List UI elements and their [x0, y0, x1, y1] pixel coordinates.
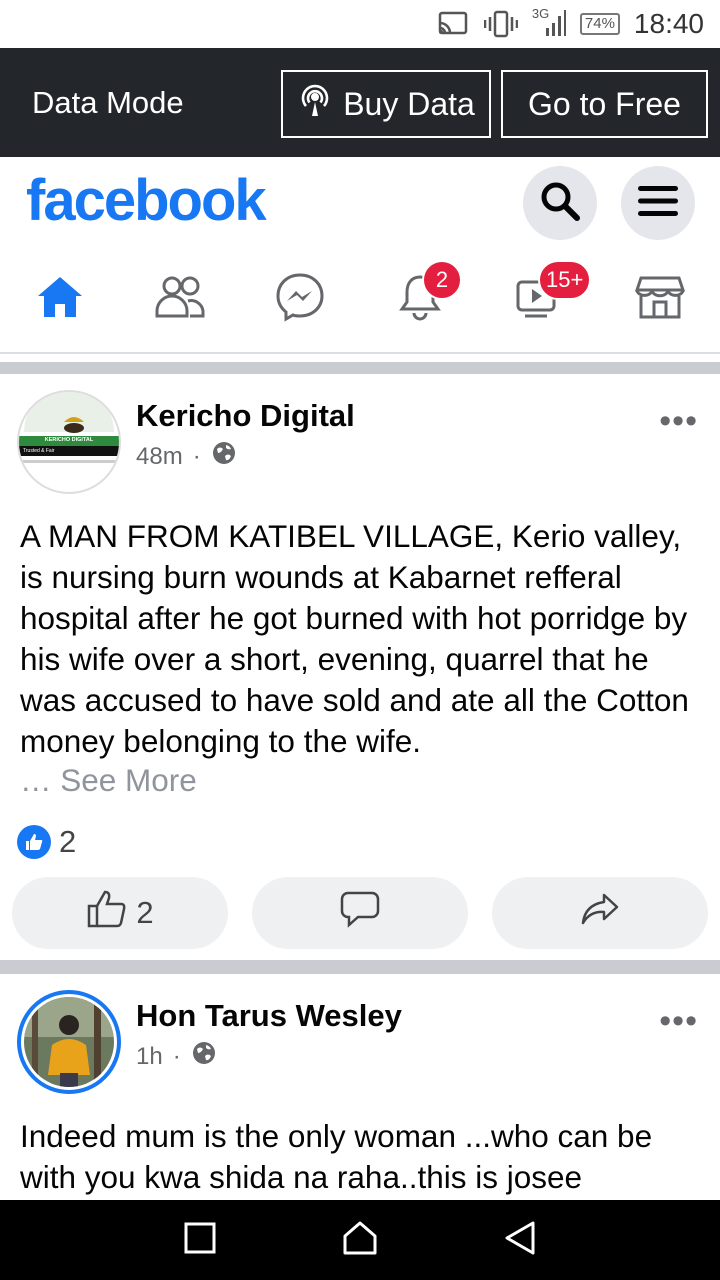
post-author[interactable]: Hon Tarus Wesley — [136, 998, 402, 1034]
more-options-icon[interactable]: ••• — [659, 402, 698, 441]
messenger-icon — [275, 272, 325, 327]
comment-icon — [340, 890, 380, 936]
clock: 18:40 — [633, 8, 704, 39]
feed-post: Hon Tarus Wesley 1h · ••• Indeed mum is … — [0, 974, 720, 1200]
share-icon — [580, 891, 620, 935]
buy-data-button[interactable]: Buy Data — [281, 70, 491, 138]
shop-icon — [634, 274, 686, 325]
avatar-text-top: KERICHO DIGITAL — [44, 437, 94, 443]
home-nav-icon[interactable] — [342, 1220, 378, 1261]
share-button[interactable] — [492, 877, 708, 949]
nav-tabs: 2 15+ — [0, 260, 720, 337]
vibrate-icon — [483, 9, 518, 39]
battery-icon: 74% — [579, 13, 620, 35]
post-meta: 48m · — [136, 440, 237, 473]
avatar-text-bottom: Trusted & Fair — [23, 448, 55, 454]
facebook-logo[interactable]: facebook — [26, 167, 267, 234]
broadcast-icon — [297, 82, 333, 126]
recents-icon[interactable] — [183, 1221, 217, 1260]
dot-separator: · — [172, 1042, 181, 1070]
post-meta: 1h · — [136, 1040, 217, 1073]
search-button[interactable] — [523, 166, 597, 240]
avatar[interactable]: KERICHO DIGITAL Trusted & Fair — [17, 390, 121, 494]
menu-icon — [636, 183, 680, 224]
post-text: Indeed mum is the only woman ...who can … — [20, 1118, 653, 1195]
like-button[interactable]: 2 — [12, 877, 228, 949]
notification-badge: 2 — [422, 260, 462, 300]
network-type: 3G — [531, 6, 550, 21]
divider — [0, 352, 720, 354]
comment-button[interactable] — [252, 877, 468, 949]
post-text: A MAN FROM KATIBEL VILLAGE, Kerio valley… — [20, 518, 689, 759]
buy-data-label: Buy Data — [343, 85, 475, 122]
dot-separator: · — [192, 442, 201, 470]
home-icon — [35, 274, 85, 325]
tab-watch[interactable]: 15+ — [480, 260, 600, 337]
system-nav-bar — [0, 1200, 720, 1280]
friends-icon — [154, 274, 206, 325]
more-options-icon[interactable]: ••• — [659, 1002, 698, 1041]
tab-messenger[interactable] — [240, 262, 360, 337]
like-reaction-icon — [17, 825, 51, 859]
feed-separator — [0, 960, 720, 974]
post-time[interactable]: 1h — [136, 1043, 163, 1071]
signal-icon: 3G — [531, 6, 566, 39]
tab-notifications[interactable]: 2 — [360, 260, 480, 337]
reaction-summary[interactable]: 2 — [17, 824, 76, 860]
search-icon — [538, 179, 582, 228]
globe-icon — [191, 1040, 217, 1073]
thumbs-up-icon — [86, 889, 128, 937]
tab-friends[interactable] — [120, 262, 240, 337]
go-to-free-button[interactable]: Go to Free — [501, 70, 708, 138]
reaction-count: 2 — [59, 824, 77, 859]
tab-marketplace[interactable] — [600, 262, 720, 337]
feed-separator — [0, 362, 720, 374]
facebook-header: facebook 2 15+ — [0, 157, 720, 352]
tab-home[interactable] — [0, 262, 120, 337]
post-time[interactable]: 48m — [136, 443, 183, 471]
menu-button[interactable] — [621, 166, 695, 240]
data-mode-bar: Data Mode Buy Data Go to Free — [0, 48, 720, 157]
post-author[interactable]: Kericho Digital — [136, 398, 355, 434]
go-to-free-label: Go to Free — [528, 85, 681, 122]
feed-post: KERICHO DIGITAL Trusted & Fair Kericho D… — [0, 374, 720, 960]
globe-icon — [211, 440, 237, 473]
like-count: 2 — [136, 895, 154, 930]
back-icon[interactable] — [503, 1220, 537, 1261]
cast-icon — [436, 9, 470, 39]
status-bar: 3G 74% 18:40 — [0, 0, 720, 48]
avatar[interactable] — [17, 990, 121, 1094]
data-mode-label: Data Mode — [32, 84, 184, 120]
watch-badge: 15+ — [538, 260, 592, 300]
see-more-link[interactable]: … See More — [20, 762, 197, 799]
